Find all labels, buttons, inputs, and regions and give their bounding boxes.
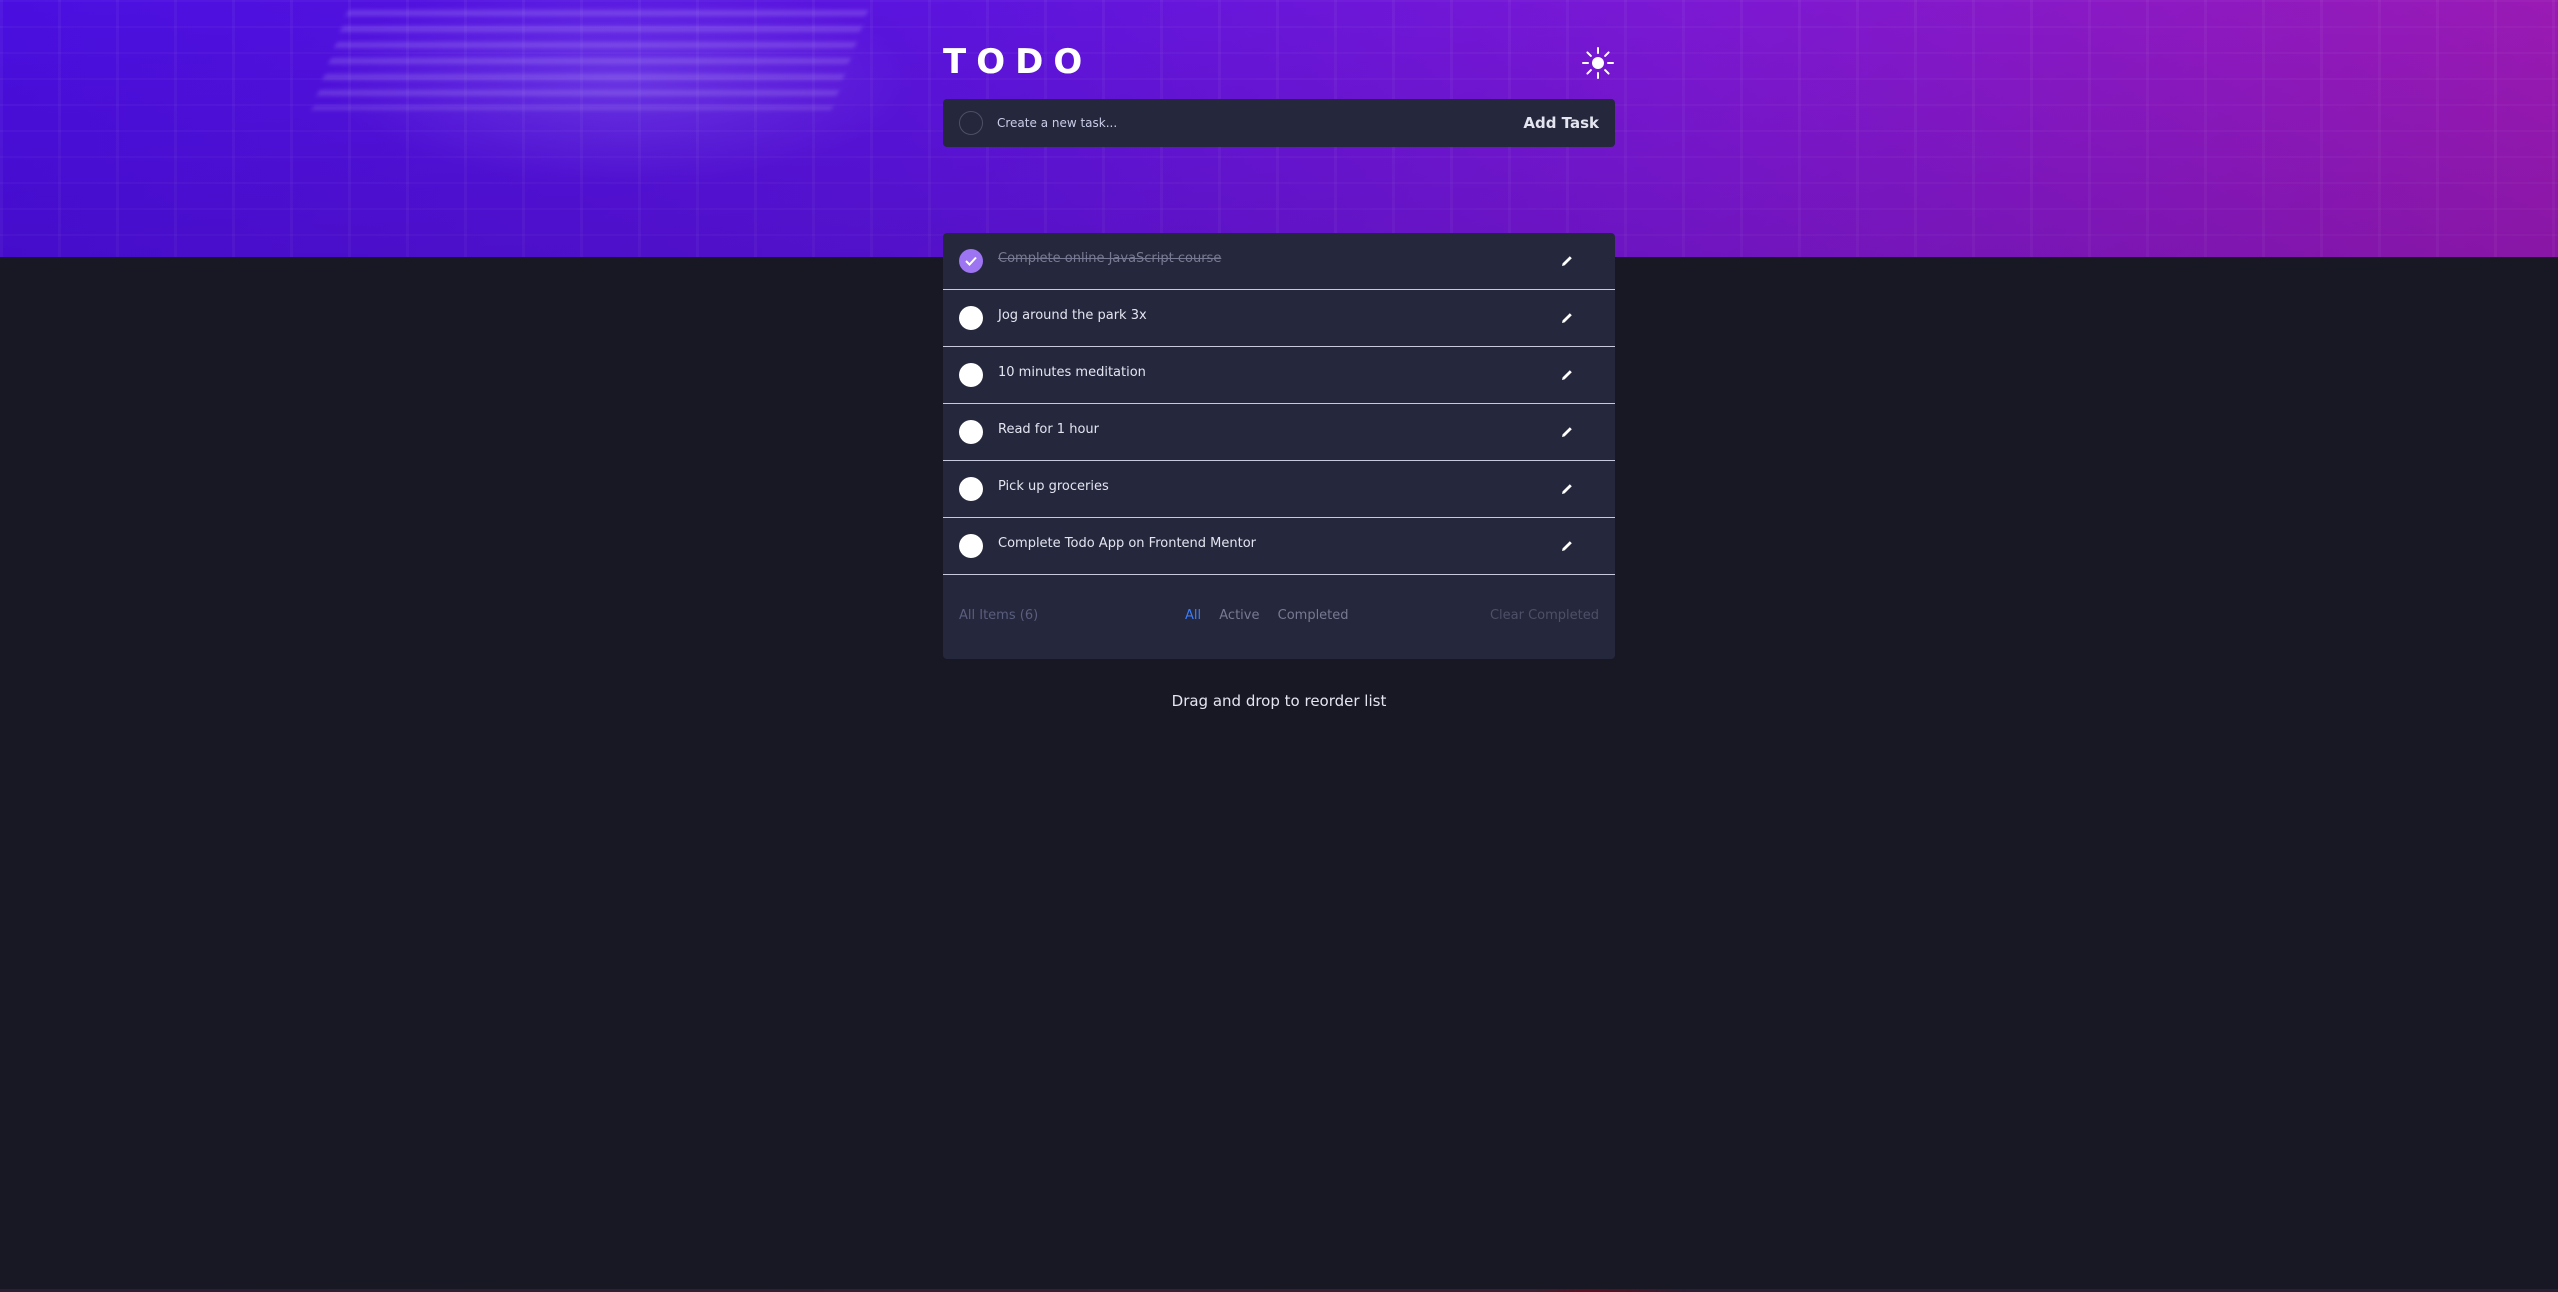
task-checkbox[interactable] bbox=[959, 363, 983, 387]
task-checkbox[interactable] bbox=[959, 420, 983, 444]
task-text: Pick up groceries bbox=[998, 479, 1109, 494]
edit-icon[interactable] bbox=[1559, 481, 1575, 497]
task-list: Complete online JavaScript course Jog ar… bbox=[943, 233, 1615, 659]
task-item[interactable]: Read for 1 hour bbox=[943, 404, 1615, 461]
task-item[interactable]: Jog around the park 3x bbox=[943, 290, 1615, 347]
edit-icon[interactable] bbox=[1559, 538, 1575, 554]
sun-icon bbox=[1582, 47, 1614, 79]
filter-completed[interactable]: Completed bbox=[1278, 608, 1349, 623]
list-footer: All Items (6) All Active Completed Clear… bbox=[943, 575, 1615, 659]
task-item[interactable]: Pick up groceries bbox=[943, 461, 1615, 518]
task-checkbox[interactable] bbox=[959, 534, 983, 558]
header: TODO bbox=[943, 42, 1615, 90]
task-item[interactable]: 10 minutes meditation bbox=[943, 347, 1615, 404]
theme-toggle-button[interactable] bbox=[1581, 46, 1615, 80]
new-task-circle[interactable] bbox=[959, 111, 983, 135]
task-item[interactable]: Complete online JavaScript course bbox=[943, 233, 1615, 290]
task-text: Complete Todo App on Frontend Mentor bbox=[998, 536, 1257, 551]
edit-icon[interactable] bbox=[1559, 424, 1575, 440]
filter-active[interactable]: Active bbox=[1219, 608, 1259, 623]
check-icon bbox=[965, 256, 977, 266]
task-text: Complete online JavaScript course bbox=[998, 251, 1222, 266]
items-count: All Items (6) bbox=[959, 608, 1039, 623]
clear-completed-button[interactable]: Clear Completed bbox=[1490, 608, 1599, 623]
filter-group: All Active Completed bbox=[1185, 608, 1363, 623]
add-task-button[interactable]: Add Task bbox=[1523, 111, 1599, 135]
app-title: TODO bbox=[943, 42, 1093, 82]
filter-all[interactable]: All bbox=[1185, 608, 1201, 623]
edit-icon[interactable] bbox=[1559, 367, 1575, 383]
task-text: 10 minutes meditation bbox=[998, 365, 1146, 380]
drag-drop-hint: Drag and drop to reorder list bbox=[1171, 692, 1387, 710]
edit-icon[interactable] bbox=[1559, 310, 1575, 326]
task-checkbox[interactable] bbox=[959, 306, 983, 330]
new-task-bar: Add Task bbox=[943, 99, 1615, 147]
new-task-input[interactable] bbox=[997, 109, 1477, 137]
task-item[interactable]: Complete Todo App on Frontend Mentor bbox=[943, 518, 1615, 575]
edit-icon[interactable] bbox=[1559, 253, 1575, 269]
task-checkbox[interactable] bbox=[959, 477, 983, 501]
task-checkbox[interactable] bbox=[959, 249, 983, 273]
task-text: Read for 1 hour bbox=[998, 422, 1099, 437]
task-text: Jog around the park 3x bbox=[998, 308, 1147, 323]
